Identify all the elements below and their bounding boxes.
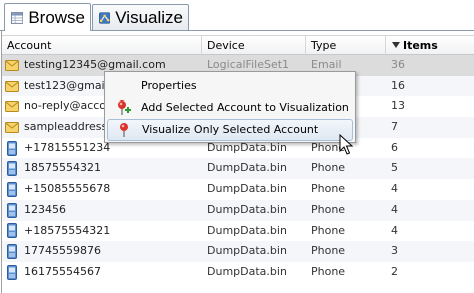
cell-items: 13 [391, 99, 405, 113]
cell-account: 18575554321 [2, 158, 202, 179]
tab-bar: Browse Visualize [0, 0, 474, 31]
menu-item-add-to-visualization[interactable]: Add Selected Account to Visualization [107, 97, 353, 119]
account-text: no-reply@accou [24, 99, 114, 113]
pin-add-icon [118, 100, 131, 115]
mail-icon [5, 80, 19, 92]
cell-items: 4 [391, 182, 398, 196]
cell-items: 3 [391, 244, 398, 258]
cell-items: 6 [391, 140, 398, 154]
tab-browse-label: Browse [28, 7, 85, 27]
account-text: sampleaddress2 [24, 120, 115, 134]
context-menu: Properties Add Selected Account to Visua… [104, 71, 356, 143]
cell-items: 7 [391, 120, 398, 134]
account-text: +15085555678 [24, 182, 111, 196]
cell-account: 16175554567 [2, 262, 202, 283]
table-row[interactable]: 17745559876 DumpData.bin Phone 3 [2, 241, 474, 262]
mail-icon [5, 59, 19, 71]
account-text: 16175554567 [24, 264, 101, 278]
cell-device: DumpData.bin [207, 161, 287, 175]
account-text: 18575554321 [24, 161, 101, 175]
cell-type: Phone [311, 161, 346, 175]
phone-icon [7, 223, 17, 239]
cell-device: DumpData.bin [207, 202, 287, 216]
cell-device: DumpData.bin [207, 223, 287, 237]
tab-visualize[interactable]: Visualize [92, 4, 189, 31]
graph-icon [99, 12, 111, 24]
menu-item-visualize-only-label: Visualize Only Selected Account [142, 123, 319, 136]
table-row[interactable]: 18575554321 DumpData.bin Phone 5 [2, 158, 474, 180]
cell-items: 2 [391, 264, 398, 278]
column-header-items-label: Items [403, 39, 438, 52]
cell-account: 123456 [2, 200, 202, 221]
phone-icon [7, 181, 17, 197]
cell-items: 36 [391, 58, 405, 71]
column-header-type-label: Type [311, 39, 337, 52]
cell-type: Phone [311, 182, 346, 196]
phone-icon [7, 161, 17, 177]
account-text: +18575554321 [24, 223, 111, 237]
table-row[interactable]: 16175554567 DumpData.bin Phone 2 [2, 262, 474, 283]
menu-item-properties-label: Properties [141, 79, 197, 92]
mail-icon [5, 101, 19, 113]
cell-items: 16 [391, 78, 405, 92]
cell-items: 5 [391, 161, 398, 175]
cell-device: DumpData.bin [207, 182, 287, 196]
table-icon [11, 11, 24, 24]
phone-icon [7, 140, 17, 156]
pin-icon [120, 123, 128, 137]
tab-visualize-label: Visualize [115, 8, 183, 27]
table-row[interactable]: +18575554321 DumpData.bin Phone 4 [2, 221, 474, 242]
cell-type: Phone [311, 264, 346, 278]
cell-account: +18575554321 [2, 221, 202, 242]
cell-type: Phone [311, 223, 346, 237]
table-header: Account Device Type Items [2, 35, 474, 55]
cell-account: 17745559876 [2, 241, 202, 262]
column-header-items[interactable]: Items [386, 36, 474, 55]
column-header-device-label: Device [207, 39, 245, 52]
table-row[interactable]: +15085555678 DumpData.bin Phone 4 [2, 179, 474, 200]
table-row[interactable]: 123456 DumpData.bin Phone 4 [2, 199, 474, 221]
tab-browse[interactable]: Browse [4, 3, 91, 31]
column-header-type[interactable]: Type [306, 36, 386, 55]
sort-descending-icon [392, 42, 400, 48]
phone-icon [7, 244, 17, 260]
account-text: 123456 [24, 202, 66, 216]
cell-items: 4 [391, 202, 398, 216]
phone-icon [7, 202, 17, 218]
column-header-account-label: Account [7, 39, 52, 52]
column-header-account[interactable]: Account [2, 36, 202, 55]
account-text: 17745559876 [24, 244, 101, 258]
menu-item-add-label: Add Selected Account to Visualization [141, 101, 349, 114]
phone-icon [7, 264, 17, 280]
mouse-cursor-icon [339, 134, 354, 155]
cell-items: 4 [391, 223, 398, 237]
mail-icon [5, 121, 19, 133]
cell-type: Phone [311, 244, 346, 258]
cell-account: +15085555678 [2, 179, 202, 200]
menu-item-visualize-only[interactable]: Visualize Only Selected Account [107, 119, 353, 141]
menu-item-properties[interactable]: Properties [107, 75, 353, 97]
account-text: +17815551234 [24, 140, 111, 154]
column-header-device[interactable]: Device [202, 36, 306, 55]
cell-device: DumpData.bin [207, 264, 287, 278]
cell-type: Phone [311, 202, 346, 216]
cell-device: DumpData.bin [207, 244, 287, 258]
